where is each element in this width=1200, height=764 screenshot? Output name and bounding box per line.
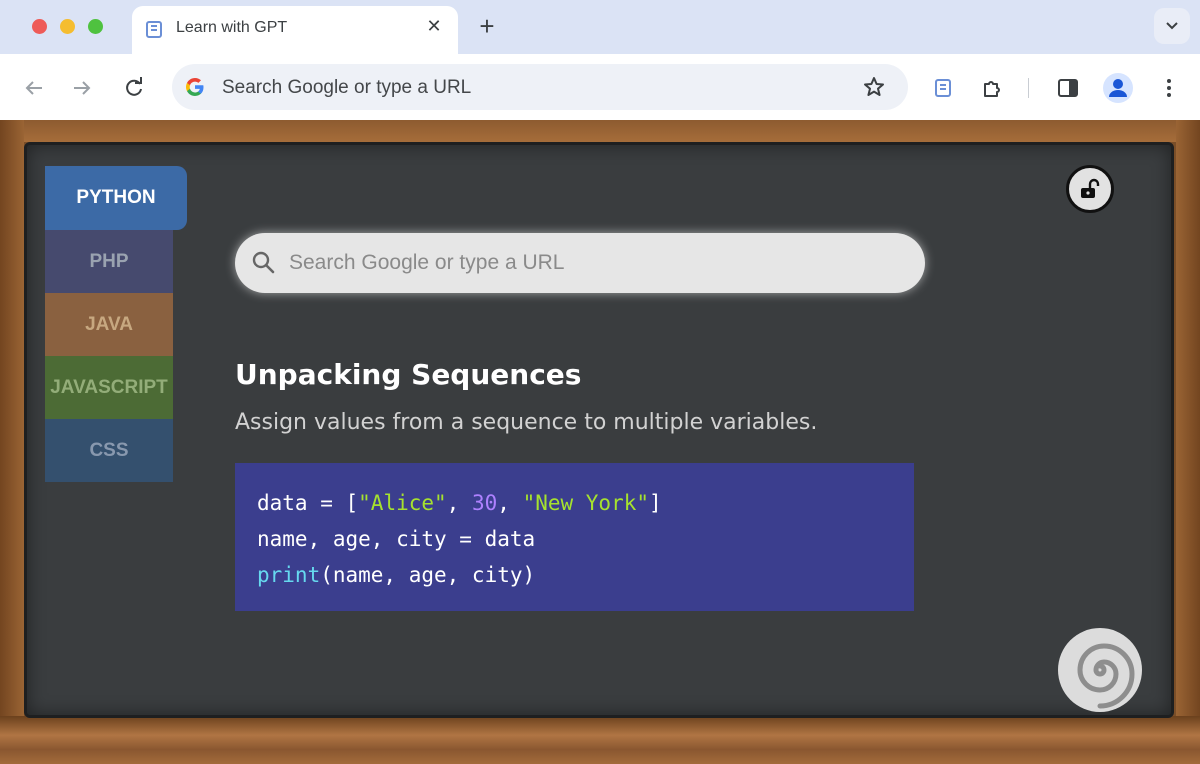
puzzle-icon[interactable] bbox=[980, 76, 1004, 100]
star-icon[interactable] bbox=[862, 75, 886, 99]
address-bar[interactable]: Search Google or type a URL bbox=[172, 64, 908, 110]
window-maximize-button[interactable] bbox=[88, 19, 103, 34]
code-token: ] bbox=[649, 491, 662, 515]
profile-avatar[interactable] bbox=[1103, 73, 1133, 103]
page-content: PYTHON PHP JAVA JAVASCRIPT CSS Unpacking… bbox=[0, 120, 1200, 764]
code-token: (name, age, city) bbox=[320, 563, 536, 587]
tab-search-button[interactable] bbox=[1154, 8, 1190, 44]
lock-toggle-button[interactable] bbox=[1066, 165, 1114, 213]
lesson-title: Unpacking Sequences bbox=[235, 358, 582, 391]
search-bar[interactable] bbox=[235, 233, 925, 293]
code-line-3: print(name, age, city) bbox=[257, 557, 892, 593]
browser-tab-active[interactable]: Learn with GPT ✕ bbox=[132, 6, 458, 54]
tab-strip: Learn with GPT ✕ + bbox=[0, 0, 1200, 54]
code-line-2: name, age, city = data bbox=[257, 527, 536, 551]
person-icon bbox=[1109, 79, 1127, 97]
search-input[interactable] bbox=[289, 245, 889, 281]
language-tab-php[interactable]: PHP bbox=[45, 230, 173, 293]
browser-toolbar: Search Google or type a URL bbox=[0, 54, 1200, 120]
code-function: print bbox=[257, 563, 321, 587]
chalkboard: PYTHON PHP JAVA JAVASCRIPT CSS Unpacking… bbox=[24, 142, 1174, 718]
frame-left bbox=[0, 120, 24, 730]
code-token: , bbox=[497, 491, 523, 515]
kebab-menu-icon[interactable] bbox=[1157, 76, 1181, 100]
window-minimize-button[interactable] bbox=[60, 19, 75, 34]
gpt-book-icon[interactable] bbox=[932, 76, 956, 100]
code-string: "New York" bbox=[522, 491, 649, 515]
toolbar-divider bbox=[1028, 78, 1029, 98]
chevron-down-icon bbox=[1166, 22, 1178, 30]
google-g-icon bbox=[186, 78, 204, 96]
side-panel-icon[interactable] bbox=[1056, 76, 1080, 100]
reload-icon[interactable] bbox=[122, 76, 146, 100]
tab-close-icon[interactable]: ✕ bbox=[424, 16, 444, 36]
new-tab-button[interactable]: + bbox=[474, 12, 500, 40]
language-tab-python[interactable]: PYTHON bbox=[45, 166, 187, 230]
window-close-button[interactable] bbox=[32, 19, 47, 34]
code-line-1: data = ["Alice", 30, "New York"] bbox=[257, 485, 892, 521]
spiral-icon[interactable] bbox=[1055, 625, 1145, 715]
arrow-right-icon[interactable] bbox=[70, 76, 94, 100]
frame-top bbox=[0, 120, 1200, 142]
language-tab-javascript[interactable]: JAVASCRIPT bbox=[45, 356, 173, 419]
frame-bottom bbox=[0, 716, 1200, 764]
arrow-left-icon[interactable] bbox=[22, 76, 46, 100]
code-number: 30 bbox=[471, 491, 498, 515]
language-tab-css[interactable]: CSS bbox=[45, 419, 173, 482]
code-example: data = ["Alice", 30, "New York"] name, a… bbox=[235, 463, 914, 611]
code-string: "Alice" bbox=[358, 491, 447, 515]
tab-title: Learn with GPT bbox=[176, 19, 288, 36]
search-icon bbox=[252, 251, 275, 274]
code-token: , bbox=[446, 491, 472, 515]
frame-right bbox=[1176, 120, 1200, 730]
code-token: data = [ bbox=[257, 491, 359, 515]
gpt-book-icon bbox=[146, 21, 162, 38]
address-bar-text: Search Google or type a URL bbox=[222, 77, 472, 98]
lesson-description: Assign values from a sequence to multipl… bbox=[235, 410, 818, 435]
unlock-icon bbox=[1081, 178, 1100, 198]
language-tab-java[interactable]: JAVA bbox=[45, 293, 173, 356]
